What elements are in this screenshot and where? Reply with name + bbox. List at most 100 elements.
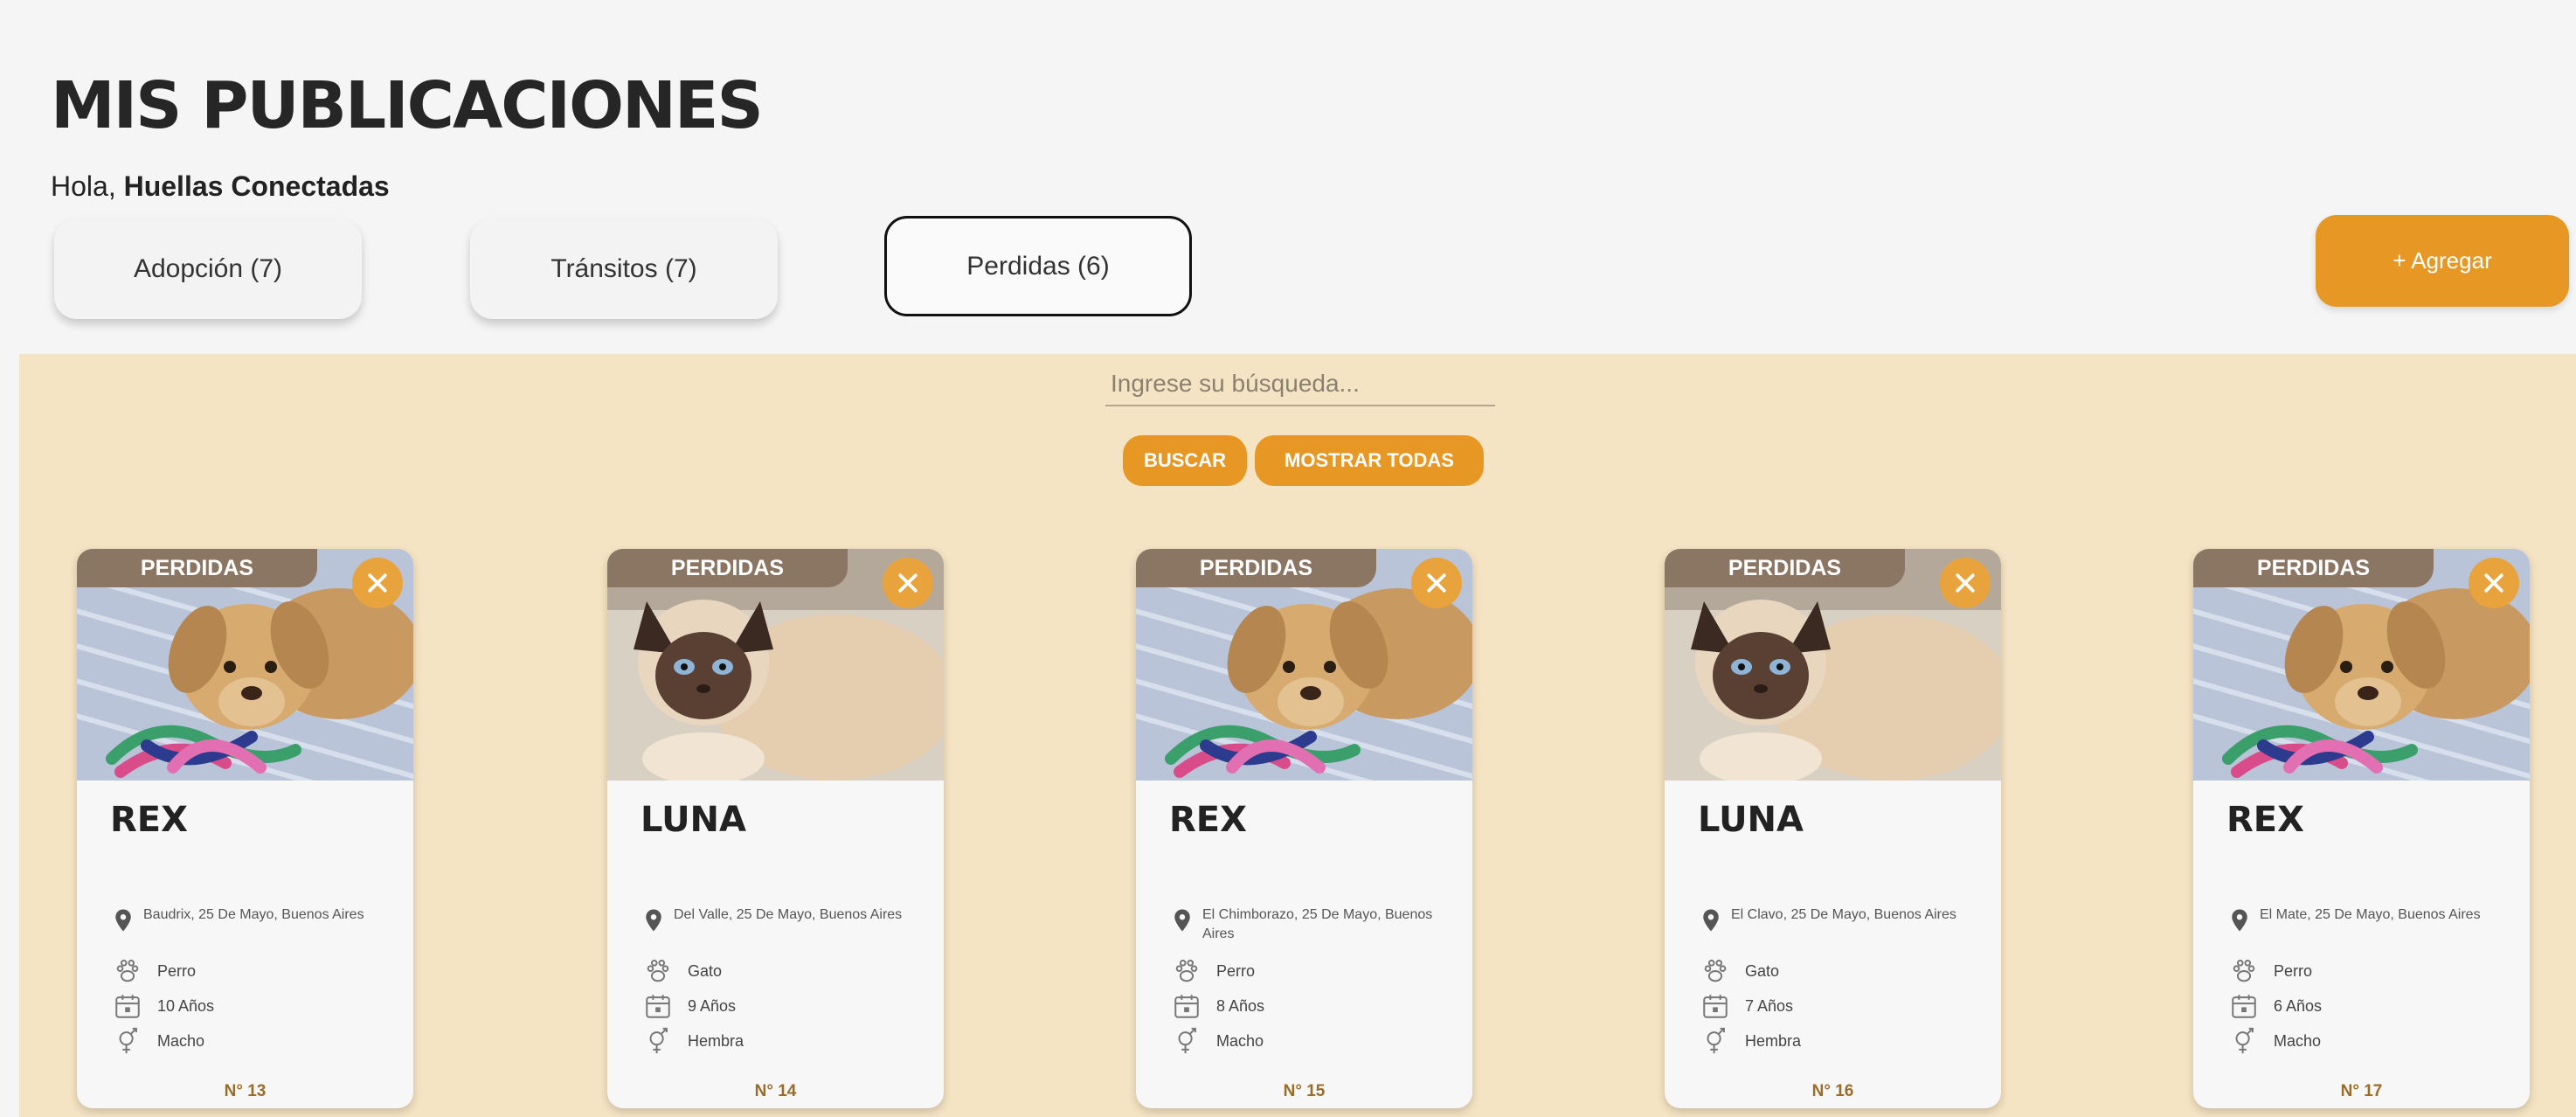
- pet-number: N° 17: [2340, 1082, 2383, 1100]
- pet-name: REX: [2226, 800, 2304, 840]
- pet-species: Perro: [157, 961, 197, 980]
- paw-icon: [110, 954, 145, 989]
- calendar-icon: [641, 989, 675, 1023]
- calendar-icon: [1698, 989, 1733, 1023]
- pet-card[interactable]: PERDIDAS REX Baudrix, 25 De Mayo, Buenos…: [77, 549, 413, 1108]
- location-pin-icon: [110, 907, 136, 933]
- pet-name: REX: [1169, 800, 1247, 840]
- pet-sex: Macho: [157, 1031, 205, 1050]
- age-row: 9 Años: [641, 989, 920, 1023]
- greeting-prefix: Hola,: [51, 170, 124, 202]
- pet-location: El Chimborazo, 25 De Mayo, Buenos Aires: [1202, 907, 1433, 941]
- pet-info: El Clavo, 25 De Mayo, Buenos Aires Gato …: [1698, 905, 1977, 1058]
- greeting-user-name: Huellas Conectadas: [123, 170, 390, 202]
- pet-age: 7 Años: [1745, 996, 1794, 1015]
- pet-number: N° 15: [1283, 1082, 1326, 1100]
- pet-species: Gato: [688, 961, 723, 980]
- status-badge: PERDIDAS: [1665, 549, 1905, 587]
- pet-sex: Macho: [2274, 1031, 2322, 1050]
- sex-row: Hembra: [641, 1023, 920, 1058]
- pet-age: 9 Años: [688, 996, 737, 1015]
- pet-number: N° 14: [754, 1082, 797, 1100]
- location-row: Baudrix, 25 De Mayo, Buenos Aires: [110, 905, 390, 954]
- pet-age: 6 Años: [2274, 996, 2323, 1015]
- pet-card[interactable]: PERDIDAS REX El Chimborazo, 25 De Mayo, …: [1136, 549, 1472, 1108]
- pet-location: Baudrix, 25 De Mayo, Buenos Aires: [143, 907, 364, 922]
- location-row: El Clavo, 25 De Mayo, Buenos Aires: [1698, 905, 1977, 954]
- pet-sex: Hembra: [688, 1031, 744, 1050]
- sex-row: Macho: [2226, 1023, 2506, 1058]
- greeting: Hola, Huellas Conectadas: [51, 170, 390, 203]
- paw-icon: [1698, 954, 1733, 989]
- paw-icon: [2226, 954, 2261, 989]
- search-input[interactable]: [1105, 363, 1495, 406]
- status-badge: PERDIDAS: [1136, 549, 1376, 587]
- pet-info: Del Valle, 25 De Mayo, Buenos Aires Gato…: [641, 905, 920, 1058]
- close-icon[interactable]: [2469, 558, 2519, 608]
- gender-icon: [1169, 1023, 1204, 1058]
- age-row: 8 Años: [1169, 989, 1449, 1023]
- sex-row: Macho: [1169, 1023, 1449, 1058]
- page-title: MIS PUBLICACIONES: [51, 68, 764, 143]
- gender-icon: [641, 1023, 675, 1058]
- close-icon[interactable]: [352, 558, 403, 608]
- location-pin-icon: [2226, 907, 2253, 933]
- status-badge: PERDIDAS: [77, 549, 317, 587]
- gender-icon: [110, 1023, 145, 1058]
- location-row: El Mate, 25 De Mayo, Buenos Aires: [2226, 905, 2506, 954]
- pet-card[interactable]: PERDIDAS LUNA Del Valle, 25 De Mayo, Bue…: [607, 549, 944, 1108]
- species-row: Perro: [110, 954, 390, 989]
- calendar-icon: [2226, 989, 2261, 1023]
- pet-age: 10 Años: [157, 996, 215, 1015]
- pet-info: Baudrix, 25 De Mayo, Buenos Aires Perro …: [110, 905, 390, 1058]
- gender-icon: [2226, 1023, 2261, 1058]
- species-row: Perro: [1169, 954, 1449, 989]
- close-icon[interactable]: [883, 558, 933, 608]
- sex-row: Hembra: [1698, 1023, 1977, 1058]
- location-pin-icon: [1169, 907, 1195, 933]
- paw-icon: [1169, 954, 1204, 989]
- pet-card[interactable]: PERDIDAS REX El Mate, 25 De Mayo, Buenos…: [2193, 549, 2530, 1108]
- age-row: 6 Años: [2226, 989, 2506, 1023]
- pet-species: Perro: [1216, 961, 1256, 980]
- species-row: Gato: [1698, 954, 1977, 989]
- pet-location: El Clavo, 25 De Mayo, Buenos Aires: [1731, 907, 1956, 922]
- add-button[interactable]: + Agregar: [2316, 215, 2569, 307]
- species-row: Gato: [641, 954, 920, 989]
- species-row: Perro: [2226, 954, 2506, 989]
- show-all-button[interactable]: MOSTRAR TODAS: [1255, 435, 1484, 486]
- age-row: 7 Años: [1698, 989, 1977, 1023]
- paw-icon: [641, 954, 675, 989]
- tab-adopcion[interactable]: Adopción (7): [54, 219, 362, 319]
- pet-number: N° 13: [224, 1082, 267, 1100]
- pet-card[interactable]: PERDIDAS LUNA El Clavo, 25 De Mayo, Buen…: [1665, 549, 2001, 1108]
- status-badge: PERDIDAS: [2193, 549, 2434, 587]
- tab-transitos[interactable]: Tránsitos (7): [470, 219, 778, 319]
- calendar-icon: [110, 989, 145, 1023]
- location-pin-icon: [641, 907, 667, 933]
- pet-name: LUNA: [641, 800, 746, 840]
- pet-sex: Hembra: [1745, 1031, 1802, 1050]
- pet-sex: Macho: [1216, 1031, 1264, 1050]
- location-row: Del Valle, 25 De Mayo, Buenos Aires: [641, 905, 920, 954]
- gender-icon: [1698, 1023, 1733, 1058]
- status-badge: PERDIDAS: [607, 549, 848, 587]
- pet-species: Perro: [2274, 961, 2313, 980]
- location-pin-icon: [1698, 907, 1724, 933]
- close-icon[interactable]: [1940, 558, 1991, 608]
- location-row: El Chimborazo, 25 De Mayo, Buenos Aires: [1169, 905, 1449, 954]
- pet-name: REX: [110, 800, 188, 840]
- sex-row: Macho: [110, 1023, 390, 1058]
- search-button[interactable]: BUSCAR: [1123, 435, 1247, 486]
- calendar-icon: [1169, 989, 1204, 1023]
- age-row: 10 Años: [110, 989, 390, 1023]
- pet-species: Gato: [1745, 961, 1780, 980]
- tab-perdidas[interactable]: Perdidas (6): [884, 216, 1192, 316]
- pet-name: LUNA: [1698, 800, 1804, 840]
- pet-location: El Mate, 25 De Mayo, Buenos Aires: [2260, 907, 2481, 922]
- page-header: MIS PUBLICACIONES Hola, Huellas Conectad…: [0, 0, 2576, 354]
- pet-info: El Chimborazo, 25 De Mayo, Buenos Aires …: [1169, 905, 1449, 1058]
- pet-age: 8 Años: [1216, 996, 1265, 1015]
- close-icon[interactable]: [1411, 558, 1462, 608]
- pet-location: Del Valle, 25 De Mayo, Buenos Aires: [674, 907, 903, 922]
